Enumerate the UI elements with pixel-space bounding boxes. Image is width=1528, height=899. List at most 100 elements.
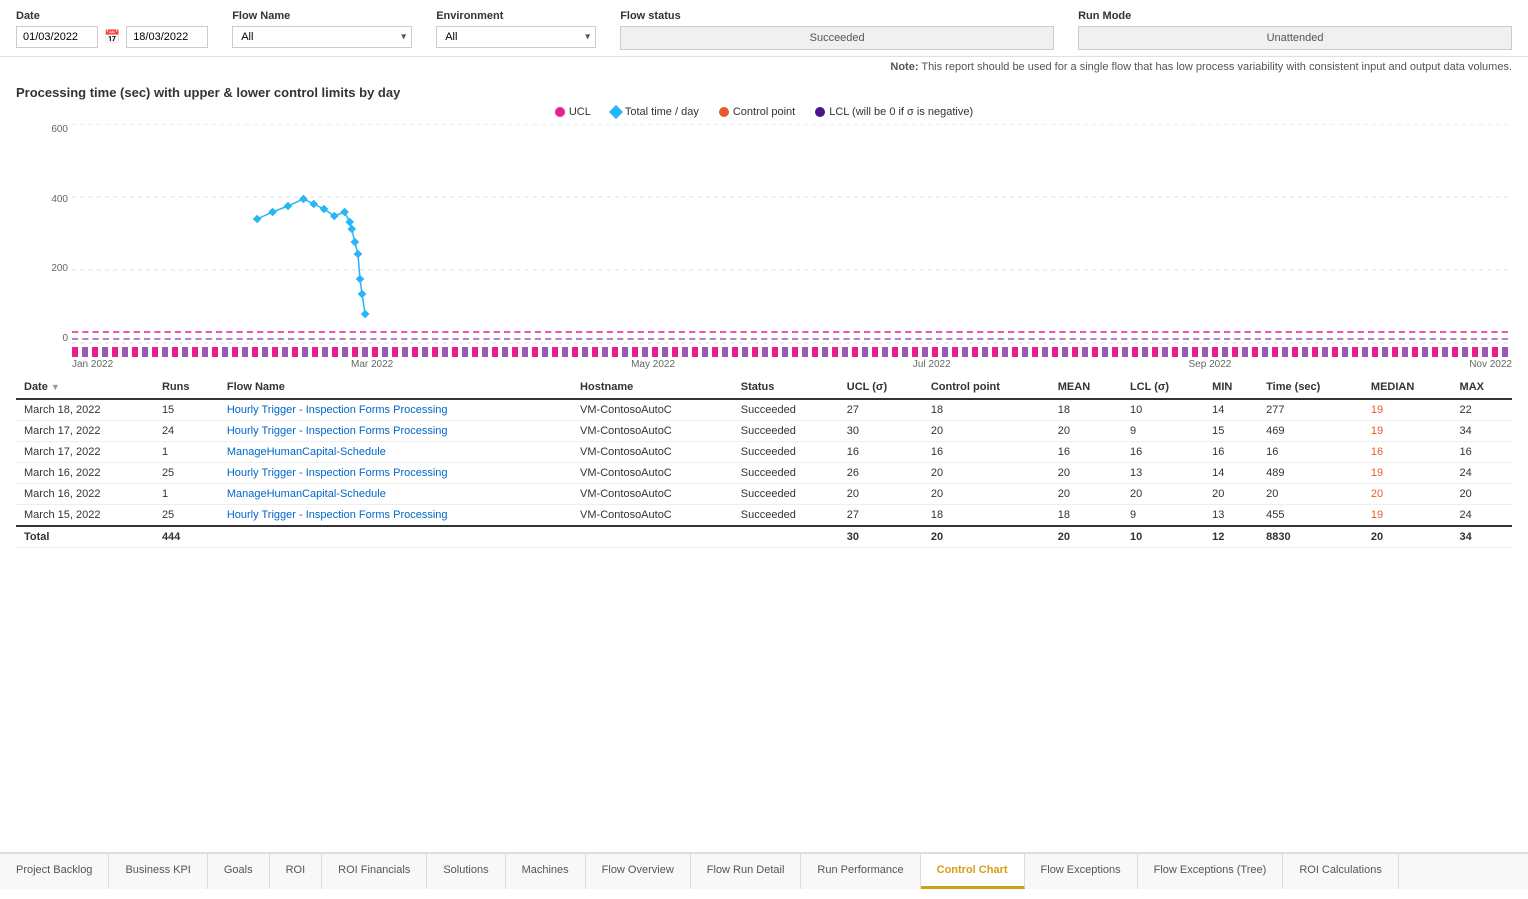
- control-point-label: Control point: [733, 106, 795, 118]
- flow-name-select-wrapper: All: [232, 26, 412, 48]
- col-runs[interactable]: Runs: [154, 376, 219, 399]
- tab-run-performance[interactable]: Run Performance: [801, 854, 920, 889]
- cell-date: March 16, 2022: [16, 463, 154, 484]
- tab-roi[interactable]: ROI: [270, 854, 323, 889]
- cell-mean: 16: [1050, 442, 1122, 463]
- cell-flow-name[interactable]: Hourly Trigger - Inspection Forms Proces…: [219, 463, 572, 484]
- cell-max: 24: [1452, 463, 1512, 484]
- col-mean[interactable]: MEAN: [1050, 376, 1122, 399]
- cell-ucl: 16: [839, 442, 923, 463]
- date-from-input[interactable]: [16, 26, 98, 48]
- col-date[interactable]: Date ▼: [16, 376, 154, 399]
- cell-mean: 18: [1050, 399, 1122, 421]
- cell-max: 20: [1452, 484, 1512, 505]
- cell-flow-name[interactable]: ManageHumanCapital-Schedule: [219, 484, 572, 505]
- table-row: March 18, 2022 15 Hourly Trigger - Inspe…: [16, 399, 1512, 421]
- col-median[interactable]: MEDIAN: [1363, 376, 1452, 399]
- cell-time-sec: 277: [1258, 399, 1363, 421]
- cell-time-sec: 455: [1258, 505, 1363, 527]
- note-label: Note:: [890, 61, 918, 73]
- total-label: Total: [16, 526, 154, 548]
- tab-flow-overview[interactable]: Flow Overview: [586, 854, 691, 889]
- cell-min: 16: [1204, 442, 1258, 463]
- tab-project-backlog[interactable]: Project Backlog: [0, 854, 109, 889]
- tab-machines[interactable]: Machines: [506, 854, 586, 889]
- date-label: Date: [16, 10, 208, 22]
- cell-hostname: VM-ContosoAutoC: [572, 463, 733, 484]
- cell-ucl: 30: [839, 421, 923, 442]
- y-label-200: 200: [32, 263, 68, 274]
- total-status: [733, 526, 839, 548]
- environment-filter-group: Environment All: [436, 10, 596, 48]
- cell-time-sec: 469: [1258, 421, 1363, 442]
- cell-date: March 17, 2022: [16, 442, 154, 463]
- table-row: March 16, 2022 1 ManageHumanCapital-Sche…: [16, 484, 1512, 505]
- cell-flow-name[interactable]: ManageHumanCapital-Schedule: [219, 442, 572, 463]
- cell-runs: 25: [154, 463, 219, 484]
- tab-roi-financials[interactable]: ROI Financials: [322, 854, 427, 889]
- tab-flow-exceptions[interactable]: Flow Exceptions: [1025, 854, 1138, 889]
- cell-control-point: 20: [923, 421, 1050, 442]
- flow-status-filter-group: Flow status Succeeded: [620, 10, 1054, 50]
- col-status[interactable]: Status: [733, 376, 839, 399]
- cell-flow-name[interactable]: Hourly Trigger - Inspection Forms Proces…: [219, 399, 572, 421]
- table-row: March 15, 2022 25 Hourly Trigger - Inspe…: [16, 505, 1512, 527]
- date-to-input[interactable]: [126, 26, 208, 48]
- cell-status: Succeeded: [733, 463, 839, 484]
- x-label-may: May 2022: [631, 359, 675, 370]
- total-lcl: 10: [1122, 526, 1204, 548]
- cell-status: Succeeded: [733, 442, 839, 463]
- cell-flow-name[interactable]: Hourly Trigger - Inspection Forms Proces…: [219, 505, 572, 527]
- total-time-sec: 8830: [1258, 526, 1363, 548]
- chart-title: Processing time (sec) with upper & lower…: [16, 85, 1512, 100]
- run-mode-button[interactable]: Unattended: [1078, 26, 1512, 50]
- col-flow-name[interactable]: Flow Name: [219, 376, 572, 399]
- col-lcl[interactable]: LCL (σ): [1122, 376, 1204, 399]
- col-time-sec[interactable]: Time (sec): [1258, 376, 1363, 399]
- cell-runs: 1: [154, 484, 219, 505]
- cell-flow-name[interactable]: Hourly Trigger - Inspection Forms Proces…: [219, 421, 572, 442]
- cell-status: Succeeded: [733, 399, 839, 421]
- total-runs: 444: [154, 526, 219, 548]
- environment-label: Environment: [436, 10, 596, 22]
- cell-ucl: 27: [839, 505, 923, 527]
- note-bar: Note: This report should be used for a s…: [0, 57, 1528, 77]
- table-row: March 16, 2022 25 Hourly Trigger - Inspe…: [16, 463, 1512, 484]
- legend-control-point: Control point: [719, 106, 795, 118]
- tab-bar: Project BacklogBusiness KPIGoalsROIROI F…: [0, 852, 1528, 889]
- x-label-nov: Nov 2022: [1469, 359, 1512, 370]
- cell-control-point: 16: [923, 442, 1050, 463]
- col-control-point[interactable]: Control point: [923, 376, 1050, 399]
- col-max[interactable]: MAX: [1452, 376, 1512, 399]
- cell-date: March 15, 2022: [16, 505, 154, 527]
- legend-lcl: LCL (will be 0 if σ is negative): [815, 106, 973, 118]
- tab-flow-run-detail[interactable]: Flow Run Detail: [691, 854, 802, 889]
- tab-business-kpi[interactable]: Business KPI: [109, 854, 207, 889]
- table-row: March 17, 2022 24 Hourly Trigger - Inspe…: [16, 421, 1512, 442]
- cell-max: 34: [1452, 421, 1512, 442]
- calendar-icon[interactable]: 📅: [104, 29, 120, 45]
- tab-solutions[interactable]: Solutions: [427, 854, 505, 889]
- y-label-400: 400: [32, 194, 68, 205]
- cell-status: Succeeded: [733, 505, 839, 527]
- chart-x-labels: Jan 2022 Mar 2022 May 2022 Jul 2022 Sep …: [72, 357, 1512, 372]
- environment-select[interactable]: All: [436, 26, 596, 48]
- cell-date: March 17, 2022: [16, 421, 154, 442]
- total-ucl: 30: [839, 526, 923, 548]
- flow-name-label: Flow Name: [232, 10, 412, 22]
- cell-ucl: 27: [839, 399, 923, 421]
- ucl-label: UCL: [569, 106, 591, 118]
- dashed-pattern-bar: [72, 347, 1512, 357]
- col-ucl[interactable]: UCL (σ): [839, 376, 923, 399]
- flow-status-button[interactable]: Succeeded: [620, 26, 1054, 50]
- tab-flow-exceptions-tree[interactable]: Flow Exceptions (Tree): [1138, 854, 1284, 889]
- chart-section: Processing time (sec) with upper & lower…: [0, 77, 1528, 376]
- col-min[interactable]: MIN: [1204, 376, 1258, 399]
- col-hostname[interactable]: Hostname: [572, 376, 733, 399]
- flow-name-select[interactable]: All: [232, 26, 412, 48]
- tab-roi-calculations[interactable]: ROI Calculations: [1283, 854, 1399, 889]
- tab-goals[interactable]: Goals: [208, 854, 270, 889]
- cell-mean: 20: [1050, 463, 1122, 484]
- tab-control-chart[interactable]: Control Chart: [921, 854, 1025, 889]
- x-label-jan: Jan 2022: [72, 359, 113, 370]
